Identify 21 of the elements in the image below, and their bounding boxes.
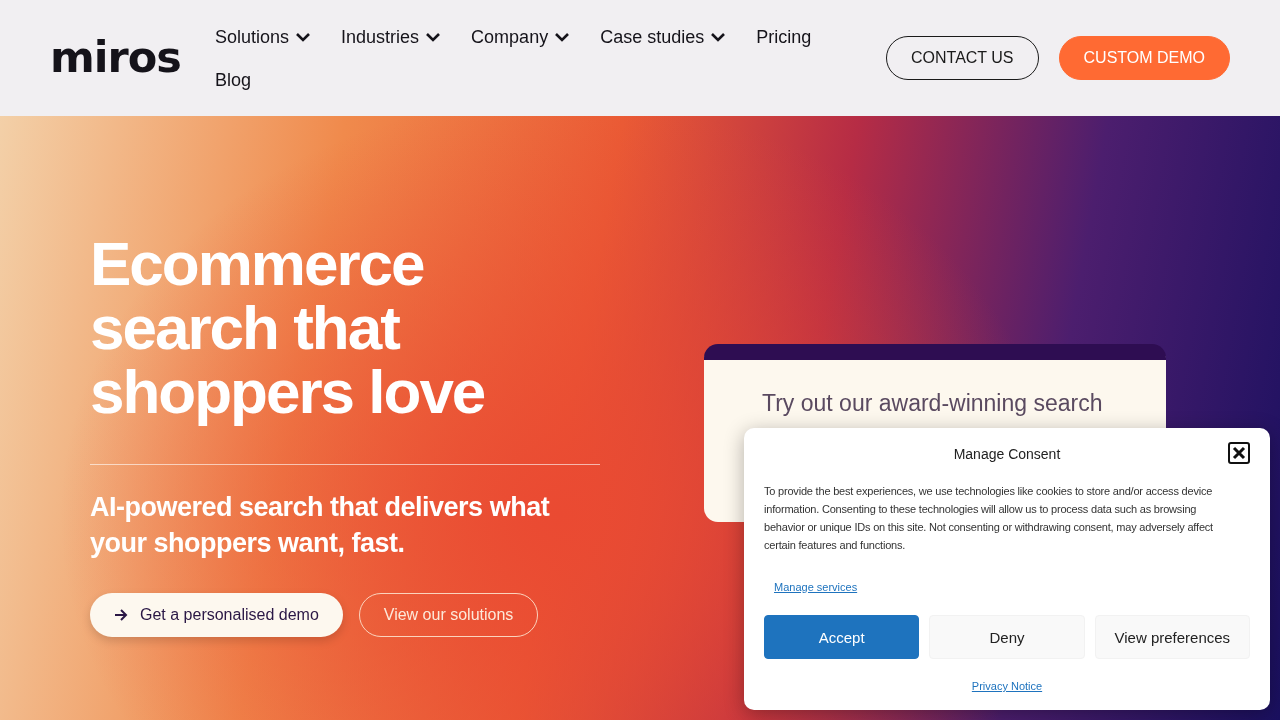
- consent-button[interactable]: Accept: [764, 615, 920, 659]
- card-title: Try out our award-winning search: [762, 390, 1104, 417]
- consent-button[interactable]: View preferences: [1094, 615, 1250, 659]
- privacy-notice-link[interactable]: Privacy Notice: [971, 680, 1043, 692]
- arrow-right-icon: [114, 609, 128, 621]
- consent-button[interactable]: Deny: [929, 615, 1085, 659]
- nav-link[interactable]: Blog: [215, 63, 252, 97]
- close-icon: [1232, 446, 1246, 460]
- nav-link[interactable]: Solutions: [215, 20, 312, 54]
- nav-link[interactable]: Industries: [341, 20, 442, 54]
- nav-link[interactable]: Company: [471, 20, 571, 54]
- manage-services-link[interactable]: Manage services: [774, 581, 858, 593]
- logo[interactable]: miros: [50, 32, 215, 82]
- consent-text: To provide the best experiences, we use technologies like cookies to store and/or access device information. Consenting to these technologies will allow us to process data such as browsing behavior or unique IDs on this site. Not consenting or withdrawing consent, may adversely affect certain features and functions.: [764, 484, 1214, 553]
- close-button[interactable]: [1228, 442, 1250, 464]
- demo-button[interactable]: Get a personalised demo: [90, 593, 343, 637]
- hero-title: Ecommerce search that shoppers love: [90, 232, 486, 424]
- hero-subtitle: AI-powered search that delivers what your shoppers want, fast.: [90, 491, 551, 560]
- nav-link[interactable]: Pricing: [756, 20, 812, 54]
- nav-link[interactable]: Case studies: [600, 20, 727, 54]
- dialog-title: Manage Consent: [953, 446, 1061, 462]
